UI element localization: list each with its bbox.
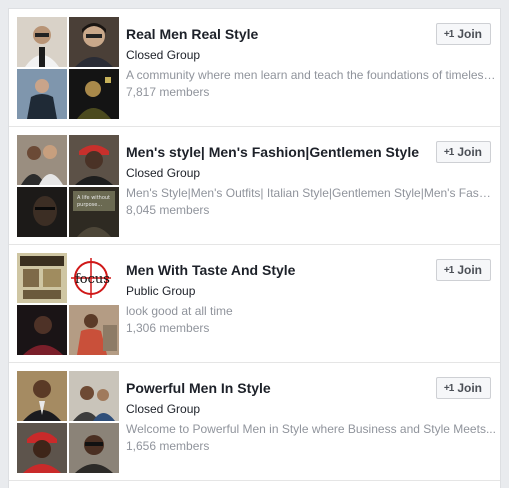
group-description: Welcome to Powerful Men in Style where B…: [126, 422, 496, 436]
group-description: A community where men learn and teach th…: [126, 68, 496, 82]
group-row: Powerful Men In Style Closed Group Welco…: [9, 363, 500, 481]
member-photo: [69, 69, 119, 119]
member-photo: [17, 69, 67, 119]
member-photo: [69, 135, 119, 185]
plus-one-icon: +1: [443, 264, 454, 276]
join-button[interactable]: +1 Join: [435, 259, 491, 281]
group-row: Real Men Real Style Closed Group A commu…: [9, 9, 500, 127]
join-label: Join: [457, 145, 482, 159]
member-photo: [69, 423, 119, 473]
member-photo: [17, 253, 67, 303]
join-label: Join: [457, 27, 482, 41]
join-button[interactable]: +1 Join: [435, 23, 491, 45]
member-photo: [17, 187, 67, 237]
group-photo-collage[interactable]: focus: [17, 253, 119, 355]
plus-one-icon: +1: [443, 382, 454, 394]
group-photo-collage[interactable]: [17, 371, 119, 473]
member-photo: [17, 423, 67, 473]
svg-text:purpose...: purpose...: [77, 202, 102, 208]
member-count: 7,817 members: [126, 85, 210, 99]
member-count: 1,656 members: [126, 439, 210, 453]
group-privacy: Closed Group: [126, 166, 201, 180]
group-privacy: Public Group: [126, 284, 196, 298]
member-photo: [69, 371, 119, 421]
join-button[interactable]: +1 Join: [435, 141, 491, 163]
group-description: Men's Style|Men's Outfits| Italian Style…: [126, 186, 496, 200]
member-count: 8,045 members: [126, 203, 210, 217]
member-photo: focus: [69, 253, 119, 303]
group-photo-collage[interactable]: A life without purpose...: [17, 135, 119, 237]
join-label: Join: [457, 381, 482, 395]
plus-one-icon: +1: [443, 28, 454, 40]
join-label: Join: [457, 263, 482, 277]
group-photo-collage[interactable]: [17, 17, 119, 119]
group-description: look good at all time: [126, 304, 233, 318]
group-row: focus Men With Taste And Style Public Gr…: [9, 245, 500, 363]
member-photo: A life without purpose...: [69, 187, 119, 237]
member-photo: [69, 17, 119, 67]
group-list: Real Men Real Style Closed Group A commu…: [8, 8, 501, 488]
member-photo: [17, 17, 67, 67]
group-row: A life without purpose... Men's style| Me…: [9, 127, 500, 245]
member-count: 1,306 members: [126, 321, 210, 335]
plus-one-icon: +1: [443, 146, 454, 158]
join-button[interactable]: +1 Join: [435, 377, 491, 399]
svg-text:A life without: A life without: [77, 195, 110, 201]
member-photo: [17, 305, 67, 355]
group-privacy: Closed Group: [126, 48, 201, 62]
svg-text:focus: focus: [75, 272, 110, 287]
member-photo: [17, 371, 67, 421]
member-photo: [17, 135, 67, 185]
member-photo: [69, 305, 119, 355]
group-privacy: Closed Group: [126, 402, 201, 416]
